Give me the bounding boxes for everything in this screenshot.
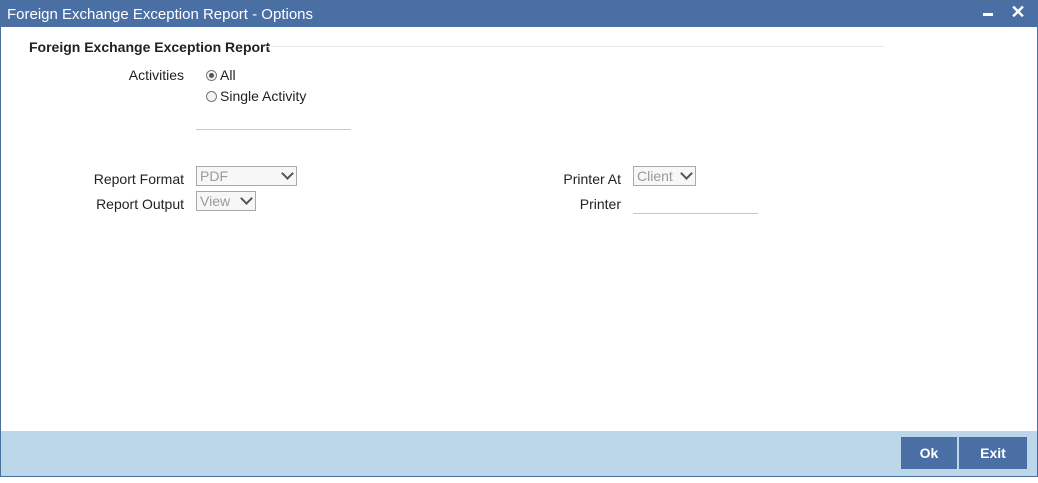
printer-input[interactable]	[633, 213, 758, 214]
minimize-icon[interactable]	[977, 1, 999, 27]
printer-at-label: Printer At	[563, 171, 621, 187]
report-format-label: Report Format	[93, 171, 184, 187]
close-icon[interactable]: ✕	[1007, 1, 1029, 27]
exit-button[interactable]: Exit	[959, 437, 1027, 469]
footer-bar	[1, 431, 1037, 476]
chevron-down-icon	[240, 192, 253, 205]
activities-label: Activities	[128, 67, 184, 83]
printer-at-value: Client	[637, 168, 673, 184]
options-window: Foreign Exchange Exception Report - Opti…	[0, 0, 1038, 477]
printer-at-select[interactable]: Client	[633, 166, 696, 186]
report-output-select[interactable]: View	[196, 191, 256, 211]
ok-button[interactable]: Ok	[901, 437, 957, 469]
printer-label: Printer	[579, 196, 621, 212]
radio-single-activity-icon[interactable]	[206, 90, 217, 102]
chevron-down-icon	[281, 167, 294, 180]
section-divider	[266, 46, 884, 47]
report-format-select[interactable]: PDF	[196, 166, 297, 186]
report-output-value: View	[200, 193, 231, 209]
section-title: Foreign Exchange Exception Report	[29, 39, 271, 55]
radio-all[interactable]: All	[206, 67, 236, 83]
radio-single-activity[interactable]: Single Activity	[206, 88, 306, 104]
report-format-value: PDF	[200, 168, 228, 184]
title-bar[interactable]: Foreign Exchange Exception Report - Opti…	[1, 1, 1037, 27]
report-output-label: Report Output	[96, 196, 184, 212]
radio-single-activity-label: Single Activity	[220, 88, 307, 104]
window-title: Foreign Exchange Exception Report - Opti…	[7, 6, 313, 23]
radio-all-label: All	[220, 67, 236, 83]
activity-input[interactable]	[196, 129, 351, 130]
radio-all-icon[interactable]	[206, 69, 217, 81]
chevron-down-icon	[680, 167, 693, 180]
